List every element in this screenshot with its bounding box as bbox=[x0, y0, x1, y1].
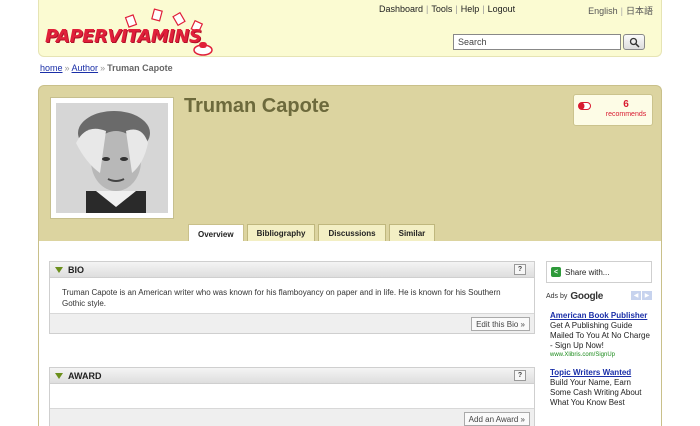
search-input[interactable] bbox=[453, 34, 621, 50]
language-switcher: English | 日本語 bbox=[588, 6, 653, 16]
author-photo-frame bbox=[50, 97, 174, 219]
top-nav: Dashboard | Tools | Help | Logout bbox=[379, 4, 516, 14]
ad-title[interactable]: Topic Writers Wanted bbox=[550, 368, 652, 378]
ad-text: Get A Publishing Guide Mailed To You At … bbox=[550, 321, 650, 350]
bio-section: BIO ? Truman Capote is an American write… bbox=[49, 261, 535, 334]
award-section-footer: Add an Award » bbox=[50, 408, 534, 426]
nav-logout[interactable]: Logout bbox=[488, 4, 516, 14]
author-profile-header: Truman Capote 6 recommends Overview Bibl… bbox=[38, 85, 662, 243]
breadcrumb-author[interactable]: Author bbox=[72, 63, 99, 73]
site-logo[interactable]: PAPERVITAMINS bbox=[45, 8, 215, 56]
lang-japanese[interactable]: 日本語 bbox=[626, 6, 653, 16]
nav-dashboard[interactable]: Dashboard bbox=[379, 4, 423, 14]
ad-item: Topic Writers Wanted Build Your Name, Ea… bbox=[546, 368, 652, 408]
bio-section-footer: Edit this Bio » bbox=[50, 313, 534, 333]
recommend-pill-icon bbox=[578, 102, 591, 110]
award-body bbox=[50, 384, 534, 408]
ad-url[interactable]: www.Xlibris.com/SignUp bbox=[550, 351, 652, 360]
author-photo bbox=[56, 103, 168, 213]
ad-item: American Book Publisher Get A Publishing… bbox=[546, 311, 652, 360]
add-award-button[interactable]: Add an Award » bbox=[463, 412, 530, 426]
award-section: AWARD ? Add an Award » bbox=[49, 367, 535, 426]
collapse-triangle-icon bbox=[55, 372, 63, 379]
breadcrumb-current: Truman Capote bbox=[107, 63, 173, 73]
google-logo[interactable]: Google bbox=[570, 291, 603, 302]
ads-by-label: Ads by bbox=[546, 292, 568, 300]
award-help-button[interactable]: ? bbox=[514, 370, 526, 381]
edit-bio-button[interactable]: Edit this Bio » bbox=[471, 317, 530, 331]
logo-wordmark: PAPERVITAMINS bbox=[45, 26, 202, 47]
share-label: Share with... bbox=[565, 267, 610, 277]
search-button[interactable] bbox=[623, 34, 645, 50]
share-icon: < bbox=[551, 267, 561, 277]
main-content: BIO ? Truman Capote is an American write… bbox=[38, 241, 662, 426]
site-header: PAPERVITAMINS Dashboard | Tools | Help | Logou… bbox=[38, 0, 662, 57]
search-icon bbox=[629, 37, 640, 48]
lang-english[interactable]: English bbox=[588, 6, 618, 16]
ad-prev-icon[interactable]: ◀ bbox=[631, 291, 641, 300]
breadcrumb-home[interactable]: home bbox=[40, 63, 63, 73]
recommend-widget[interactable]: 6 recommends bbox=[573, 94, 653, 126]
collapse-triangle-icon bbox=[55, 266, 63, 273]
ad-title[interactable]: American Book Publisher bbox=[550, 311, 652, 321]
recommend-count: 6 bbox=[623, 99, 629, 110]
ad-text: Build Your Name, Earn Some Cash Writing … bbox=[550, 378, 642, 407]
ads-by-google: Ads by Google ◀ ▶ bbox=[546, 289, 652, 303]
author-name: Truman Capote bbox=[184, 95, 330, 117]
award-title: AWARD bbox=[68, 370, 102, 381]
breadcrumb: home» Author» Truman Capote bbox=[40, 63, 173, 73]
tab-similar[interactable]: Similar bbox=[388, 224, 436, 242]
sidebar: < Share with... Ads by Google ◀ ▶ Americ… bbox=[546, 261, 652, 408]
bio-title: BIO bbox=[68, 264, 85, 275]
tab-bibliography[interactable]: Bibliography bbox=[246, 224, 316, 242]
nav-help[interactable]: Help bbox=[461, 4, 480, 14]
tab-discussions[interactable]: Discussions bbox=[318, 224, 386, 242]
nav-tools[interactable]: Tools bbox=[431, 4, 452, 14]
recommend-label: recommends bbox=[605, 111, 647, 118]
share-button[interactable]: < Share with... bbox=[546, 261, 652, 283]
award-section-header[interactable]: AWARD ? bbox=[50, 368, 534, 384]
bio-text: Truman Capote is an American writer who … bbox=[62, 288, 501, 308]
portrait-image bbox=[56, 103, 168, 213]
ad-arrows: ◀ ▶ bbox=[631, 291, 652, 300]
bio-help-button[interactable]: ? bbox=[514, 264, 526, 275]
ad-next-icon[interactable]: ▶ bbox=[642, 291, 652, 300]
bio-section-header[interactable]: BIO ? bbox=[50, 262, 534, 278]
vitamin-pill-icon bbox=[193, 42, 213, 56]
search-bar bbox=[453, 34, 647, 50]
